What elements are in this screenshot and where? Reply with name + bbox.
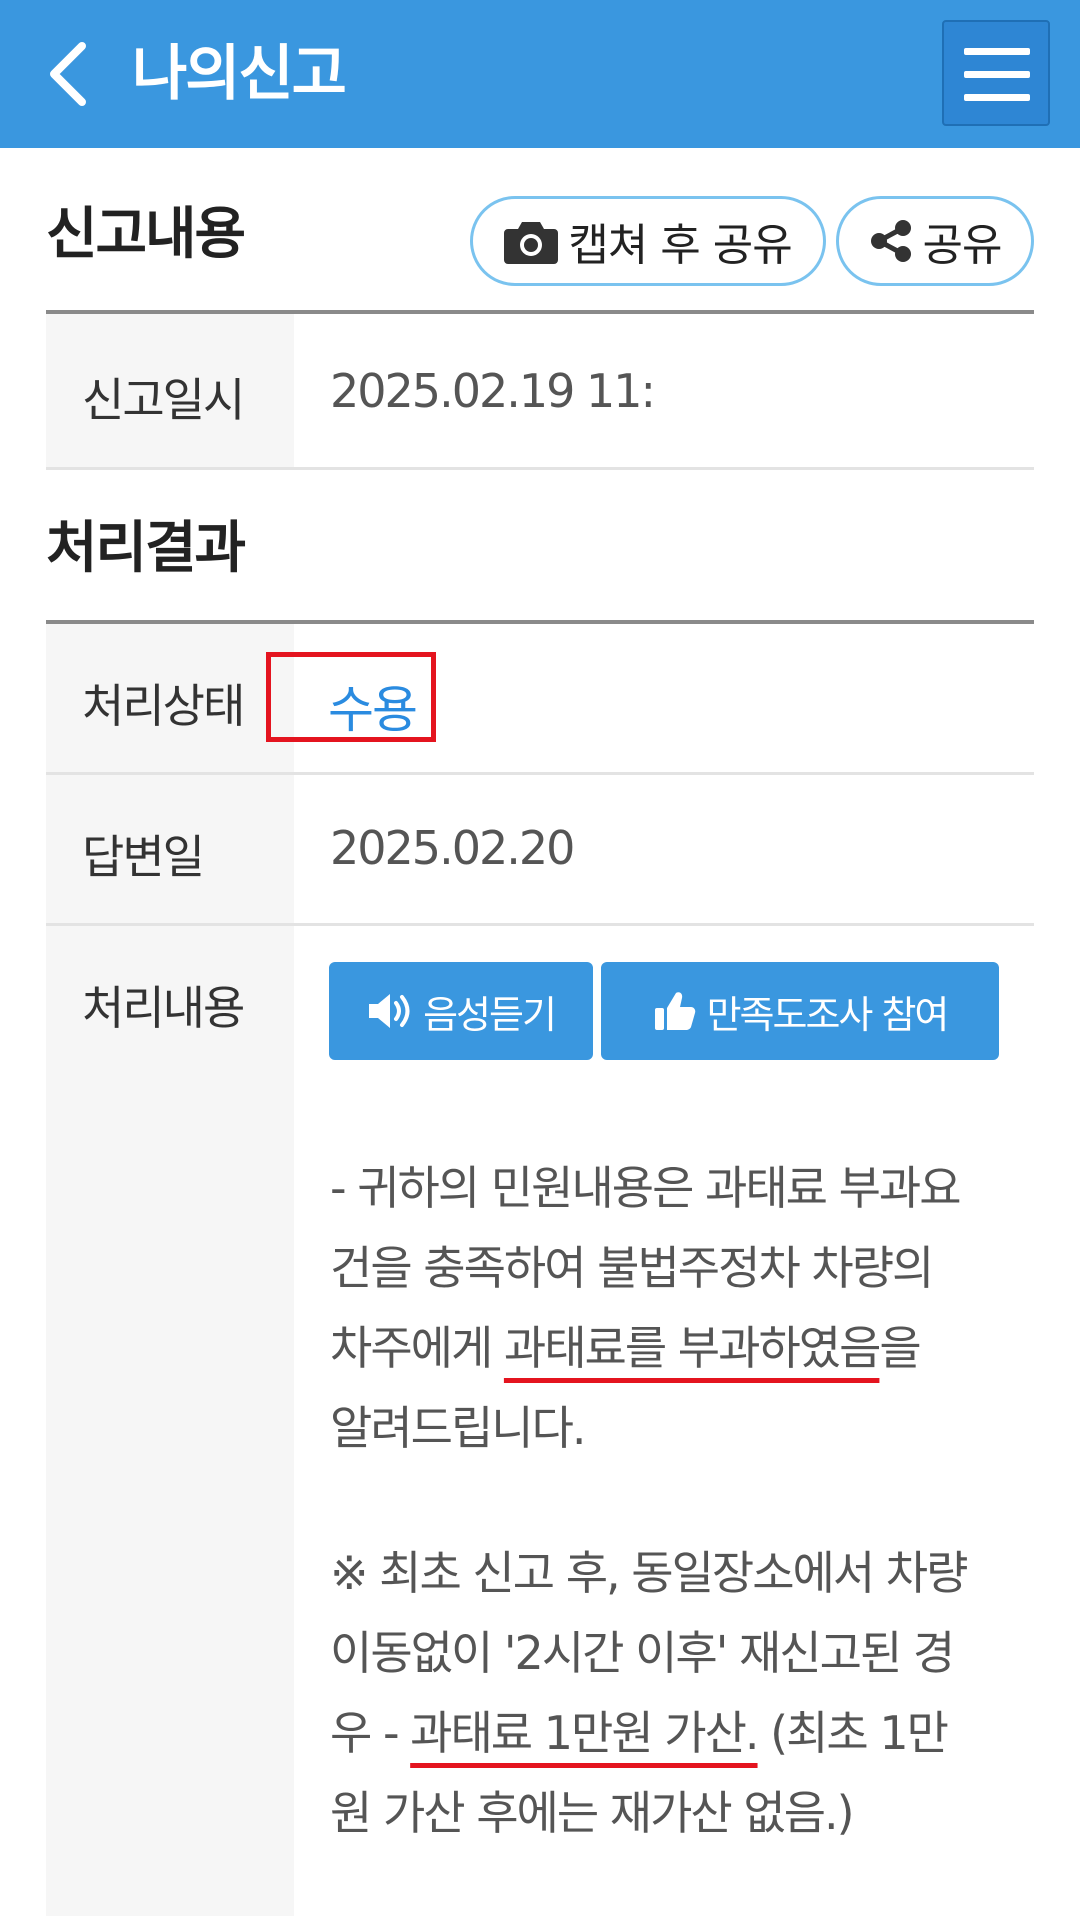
- hamburger-icon[interactable]: [942, 20, 1050, 126]
- share-icon: [870, 220, 911, 262]
- result-section-title: 처리결과: [46, 516, 246, 581]
- capture-share-label: 캡쳐 후 공유: [568, 220, 792, 271]
- survey-button[interactable]: 만족도조사 참여: [601, 962, 999, 1060]
- app-header: 나의신고: [0, 0, 1080, 148]
- result-paragraph-1: - 귀하의 민원내용은 과태료 부과요 건을 충족하여 불법주정차 차량의 차주…: [330, 1161, 962, 1455]
- status-value: 수용: [328, 681, 418, 739]
- report-date-value: 2025.02.19 11:: [330, 364, 656, 418]
- speaker-icon: [369, 994, 410, 1028]
- capture-share-button[interactable]: 캡쳐 후 공유: [470, 196, 826, 286]
- answer-date-label: 답변일: [46, 775, 294, 923]
- listen-button-label: 음성듣기: [423, 992, 557, 1037]
- report-date-label: 신고일시: [46, 314, 294, 467]
- fine-surcharge-highlight: 과태료 1만원 가산.: [410, 1706, 759, 1760]
- listen-button[interactable]: 음성듣기: [329, 962, 593, 1060]
- content-label: 처리내용: [46, 926, 294, 1916]
- share-button[interactable]: 공유: [836, 196, 1034, 286]
- report-section-title: 신고내용: [46, 202, 246, 267]
- thumbs-up-icon: [654, 992, 695, 1030]
- status-row: 처리상태: [46, 624, 1034, 775]
- page-title: 나의신고: [132, 39, 347, 109]
- camera-icon: [504, 222, 559, 264]
- fine-imposed-highlight: 과태료를 부과하였음: [503, 1321, 882, 1375]
- status-label: 처리상태: [46, 624, 294, 772]
- chevron-left-icon[interactable]: [44, 38, 92, 110]
- result-paragraph-2: ※ 최초 신고 후, 동일장소에서 차량 이동없이 '2시간 이후' 재신고된 …: [330, 1546, 968, 1840]
- report-date-row: 신고일시 2025.02.19 11:: [46, 314, 1034, 470]
- answer-date-row: 답변일 2025.02.20: [46, 775, 1034, 926]
- share-label: 공유: [922, 220, 1003, 271]
- answer-date-value: 2025.02.20: [330, 821, 575, 875]
- survey-button-label: 만족도조사 참여: [706, 992, 950, 1037]
